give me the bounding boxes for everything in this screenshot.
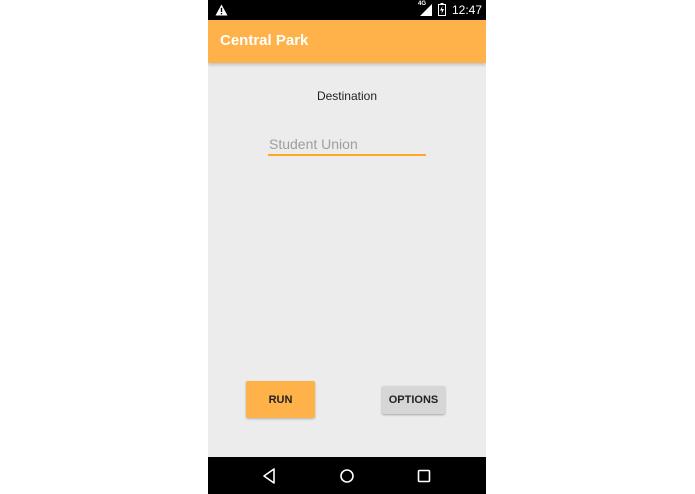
home-icon[interactable]: [337, 466, 357, 486]
options-button[interactable]: OPTIONS: [382, 386, 445, 414]
navigation-bar: [208, 457, 486, 494]
destination-input[interactable]: [268, 134, 426, 156]
status-bar: 4G 12:47: [208, 0, 486, 20]
signal-icon: [420, 4, 432, 16]
status-clock: 12:47: [452, 3, 483, 17]
recents-icon[interactable]: [414, 466, 434, 486]
destination-label: Destination: [316, 89, 378, 103]
battery-icon: [438, 3, 446, 16]
app-bar: Central Park: [208, 20, 486, 63]
run-button[interactable]: RUN: [246, 381, 315, 418]
phone-screen: 4G 12:47 Central Park Destination RUN OP…: [208, 0, 486, 494]
warning-icon: [215, 4, 228, 16]
back-icon[interactable]: [260, 466, 280, 486]
app-title: Central Park: [220, 32, 309, 49]
